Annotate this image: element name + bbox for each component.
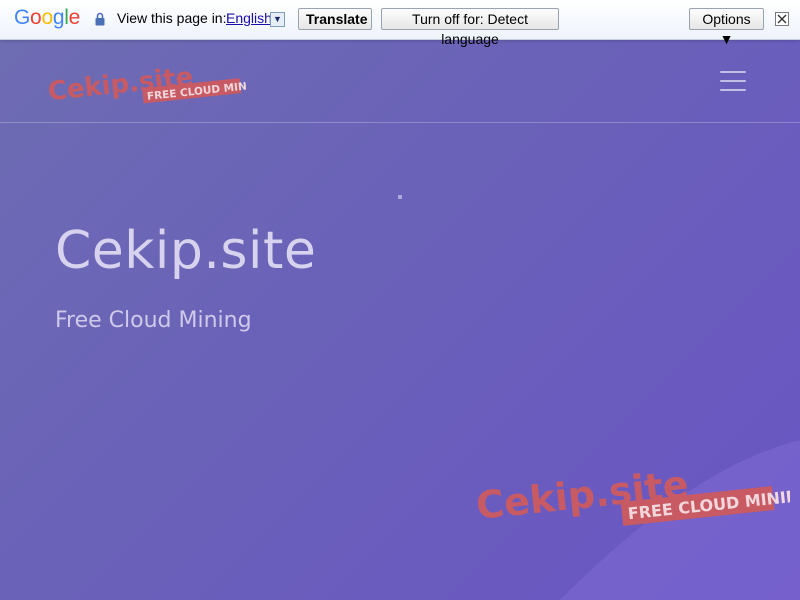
- hamburger-menu-icon[interactable]: [720, 71, 746, 91]
- hero-subtitle: Free Cloud Mining: [55, 308, 252, 333]
- dropdown-arrow-icon[interactable]: ▼: [270, 12, 285, 27]
- google-logo-letter: e: [68, 6, 81, 29]
- hero-title: Cekip.site: [55, 221, 317, 281]
- brand-logo[interactable]: Cekip.site FREE CLOUD MINING: [46, 62, 246, 112]
- google-logo-letter: G: [14, 6, 31, 29]
- brand-name: Cekip.site: [46, 62, 194, 107]
- lock-icon: [95, 12, 105, 26]
- translate-button[interactable]: Translate: [298, 8, 372, 30]
- options-button[interactable]: Options ▼: [689, 8, 764, 47]
- decorative-dot: [398, 195, 402, 199]
- navbar: Cekip.site FREE CLOUD MINING: [0, 40, 800, 123]
- site-hero: Cekip.site FREE CLOUD MINING Cekip.site …: [0, 40, 800, 600]
- turn-off-button[interactable]: Turn off for: Detect language: [381, 8, 559, 47]
- language-select[interactable]: English: [226, 10, 272, 26]
- view-page-label: View this page in:: [117, 10, 227, 26]
- google-logo-letter: o: [41, 6, 53, 29]
- google-logo-letter: o: [30, 6, 42, 29]
- close-icon: [777, 14, 787, 24]
- close-button[interactable]: [775, 12, 789, 26]
- translate-bar: Google View this page in: English ▼ Tran…: [0, 0, 800, 47]
- watermark-logo: Cekip.site FREE CLOUD MINING: [474, 462, 790, 528]
- google-logo: Google: [14, 6, 80, 30]
- google-logo-letter: g: [52, 6, 65, 29]
